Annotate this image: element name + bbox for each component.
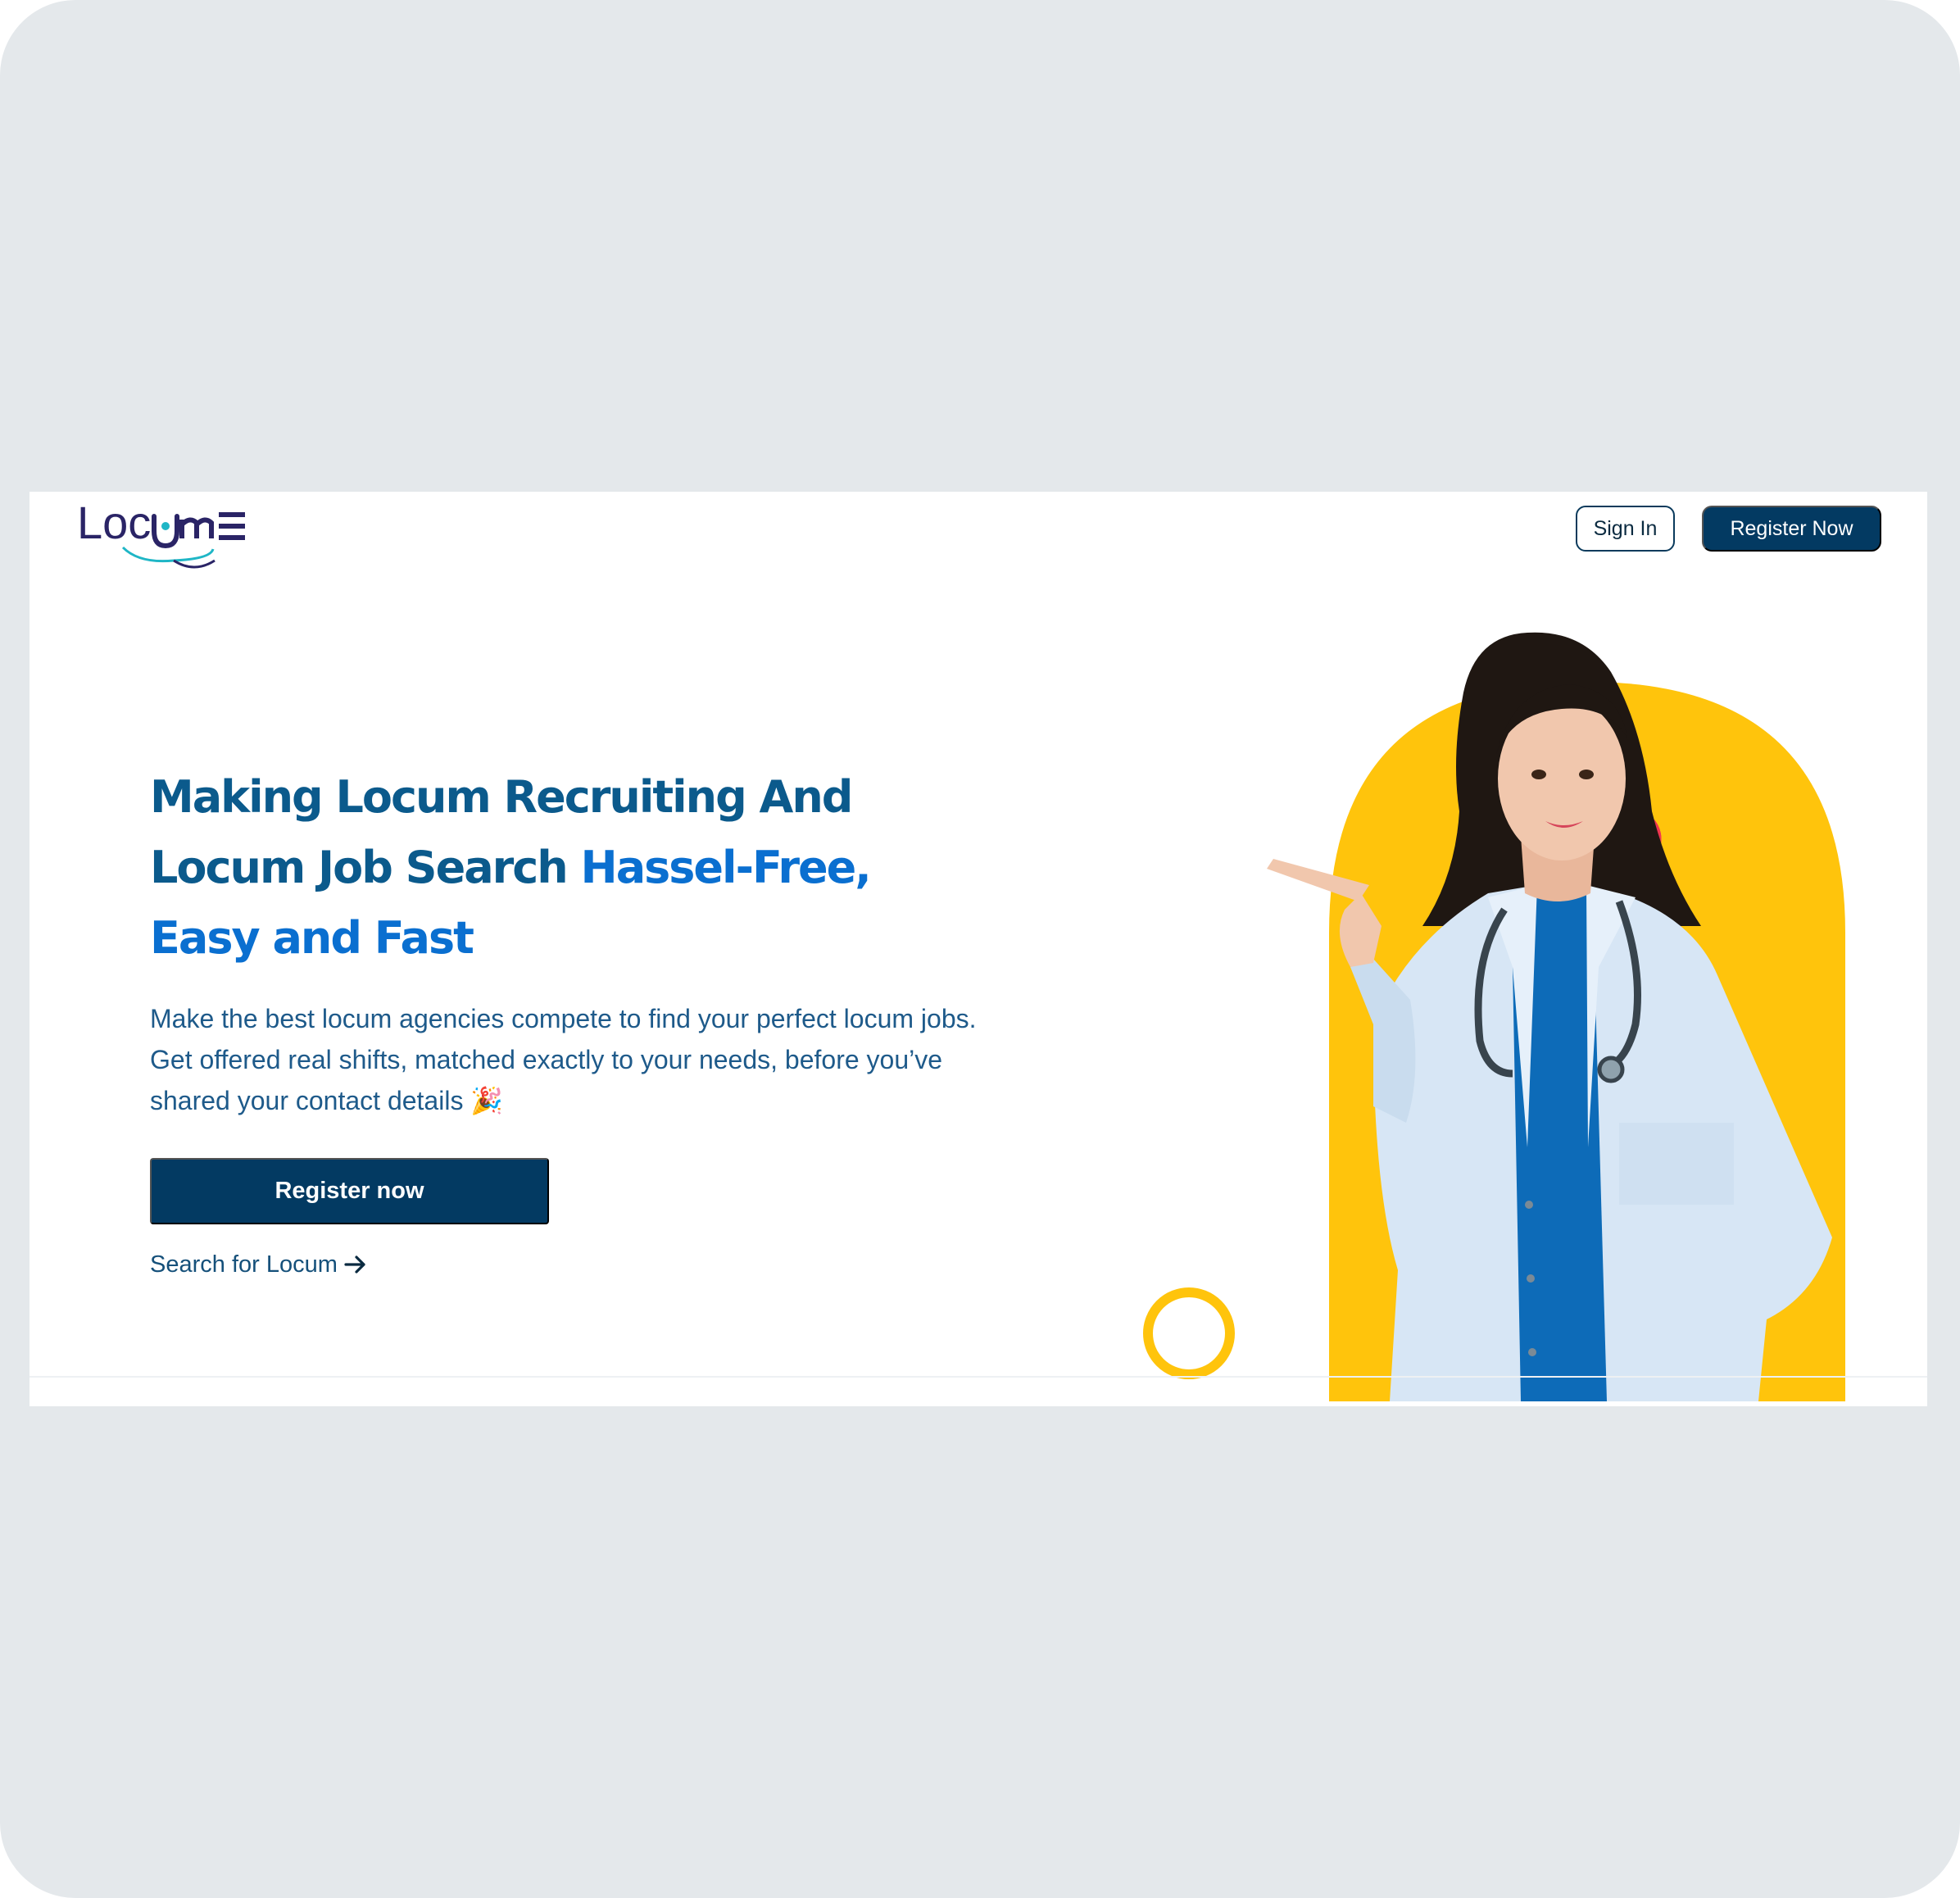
- hero-subtext-body: Make the best locum agencies compete to …: [150, 1004, 977, 1115]
- landing-page: Loc Sign In Register Now Making Locum Re…: [29, 492, 1927, 1406]
- screen-background: Loc Sign In Register Now Making Locum Re…: [0, 0, 1960, 1898]
- locum-logo-icon: Loc: [77, 497, 245, 569]
- hero-headline: Making Locum Recruiting And Locum Job Se…: [150, 762, 969, 974]
- sign-in-button[interactable]: Sign In: [1576, 506, 1675, 552]
- section-divider: [29, 1376, 1927, 1378]
- doctor-pointing-illustration: [1143, 632, 1845, 1401]
- yellow-ring-decoration: [1143, 1287, 1235, 1379]
- register-now-cta-button[interactable]: Register now: [150, 1158, 549, 1224]
- search-link-label: Search for Locum: [150, 1251, 338, 1278]
- hero-image: [1127, 615, 1927, 1401]
- hero-subtext: Make the best locum agencies compete to …: [150, 998, 986, 1121]
- svg-text:Loc: Loc: [77, 497, 151, 548]
- party-popper-icon: 🎉: [470, 1086, 504, 1115]
- arrow-right-icon: [344, 1255, 365, 1274]
- register-now-header-button[interactable]: Register Now: [1702, 506, 1881, 552]
- brand-logo[interactable]: Loc: [75, 495, 264, 577]
- search-for-locum-link[interactable]: Search for Locum: [150, 1246, 369, 1283]
